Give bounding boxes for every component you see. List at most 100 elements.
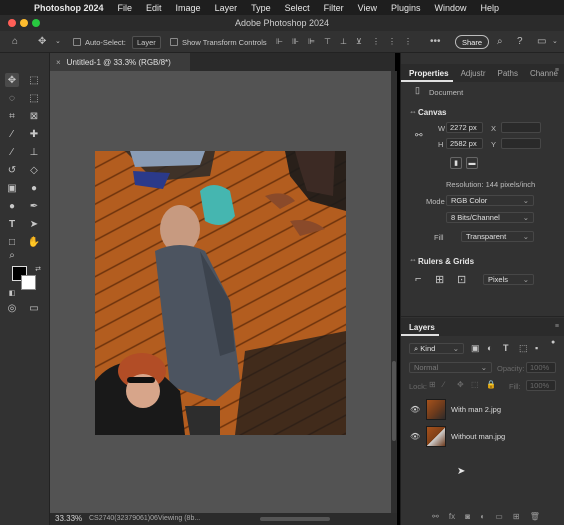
distribute-center-icon[interactable]: ⋮: [388, 36, 396, 48]
menu-filter[interactable]: Filter: [324, 3, 344, 13]
document-tab[interactable]: × Untitled-1 @ 33.3% (RGB/8*): [50, 53, 190, 71]
dodge-tool-icon[interactable]: ●: [5, 199, 19, 213]
menu-edit[interactable]: Edit: [146, 3, 162, 13]
blur-tool-icon[interactable]: ●: [27, 181, 41, 195]
filter-pixel-icon[interactable]: ▣: [471, 343, 480, 354]
filter-type-icon[interactable]: T: [503, 343, 509, 353]
guides-icon[interactable]: ⊡: [457, 273, 466, 286]
screen-mode-icon[interactable]: ▭: [27, 301, 41, 315]
link-layers-icon[interactable]: ⚯: [432, 512, 439, 521]
tab-properties[interactable]: Properties: [401, 69, 453, 82]
auto-select-check[interactable]: [73, 38, 81, 46]
eyedropper-tool-icon[interactable]: ⁄: [5, 127, 19, 141]
pen-tool-icon[interactable]: ✒: [27, 199, 41, 213]
menu-view[interactable]: View: [358, 3, 377, 13]
menu-layer[interactable]: Layer: [215, 3, 238, 13]
align-right-icon[interactable]: ⊫: [308, 36, 315, 48]
chevron-down-icon[interactable]: ⌄: [55, 36, 61, 48]
document-canvas[interactable]: [95, 151, 346, 435]
canvas-x-field[interactable]: [501, 122, 541, 133]
eye-icon[interactable]: 👁: [410, 432, 420, 441]
tab-layers[interactable]: Layers: [401, 323, 439, 336]
type-tool-icon[interactable]: T: [5, 217, 19, 231]
portrait-orientation-button[interactable]: ▮: [450, 157, 462, 169]
help-icon[interactable]: ?: [517, 36, 523, 48]
lock-image-icon[interactable]: ∕: [443, 380, 444, 389]
align-left-icon[interactable]: ⊩: [276, 36, 283, 48]
add-mask-icon[interactable]: ◙: [465, 512, 470, 521]
eye-icon[interactable]: 👁: [410, 405, 420, 414]
align-top-icon[interactable]: ⊤: [324, 36, 331, 48]
filter-toggle-icon[interactable]: ●: [551, 339, 555, 346]
distribute-left-icon[interactable]: ⋮: [372, 36, 380, 48]
workspace-icon[interactable]: ▭: [537, 36, 546, 48]
horizontal-scrollbar[interactable]: [260, 517, 330, 521]
frame-tool-icon[interactable]: ⊠: [27, 109, 41, 123]
vertical-scroll-thumb[interactable]: [392, 361, 396, 441]
vertical-scrollbar[interactable]: [391, 71, 397, 513]
blend-mode-dropdown[interactable]: Normal ⌄: [409, 362, 492, 373]
path-selection-tool-icon[interactable]: ➤: [27, 217, 41, 231]
menu-window[interactable]: Window: [435, 3, 467, 13]
layer-row[interactable]: 👁 Without man.jpg: [401, 424, 561, 450]
new-adjustment-layer-icon[interactable]: ◐: [480, 512, 485, 521]
layer-name[interactable]: Without man.jpg: [451, 432, 505, 441]
menu-help[interactable]: Help: [481, 3, 500, 13]
rectangle-tool-icon[interactable]: □: [5, 235, 19, 249]
show-transform-check[interactable]: [170, 38, 178, 46]
healing-brush-tool-icon[interactable]: ✚: [27, 127, 41, 141]
distribute-right-icon[interactable]: ⋮: [404, 36, 412, 48]
layer-row[interactable]: 👁 With man 2.jpg: [401, 397, 561, 423]
swap-colors-icon[interactable]: ⇄: [31, 262, 45, 276]
marquee-tool-icon[interactable]: ⬚: [27, 73, 41, 87]
canvas-width-field[interactable]: 2272 px: [446, 122, 483, 133]
move-tool-icon[interactable]: ✥: [5, 73, 19, 87]
filter-smart-object-icon[interactable]: ▪: [535, 343, 538, 353]
crop-tool-icon[interactable]: ⌗: [5, 109, 19, 123]
background-color-swatch[interactable]: [21, 275, 36, 290]
align-middle-icon[interactable]: ⊥: [340, 36, 347, 48]
filter-shape-icon[interactable]: ⬚: [519, 343, 528, 354]
share-button[interactable]: Share: [455, 35, 489, 49]
new-layer-icon[interactable]: ⊞: [513, 512, 520, 521]
menu-image[interactable]: Image: [176, 3, 201, 13]
layer-style-icon[interactable]: fx: [449, 512, 455, 521]
lasso-tool-icon[interactable]: ◌: [5, 91, 19, 105]
layer-name[interactable]: With man 2.jpg: [451, 405, 501, 414]
move-tool-icon[interactable]: ✥: [38, 36, 46, 48]
hand-tool-icon[interactable]: ✋: [27, 235, 41, 249]
canvas-height-field[interactable]: 2582 px: [446, 138, 483, 149]
gradient-tool-icon[interactable]: ▣: [5, 181, 19, 195]
document-info[interactable]: CS2740(32379061)06Viewing (8b...: [89, 515, 200, 522]
landscape-orientation-button[interactable]: ▬: [466, 157, 478, 169]
auto-select-checkbox[interactable]: Auto-Select:: [73, 31, 126, 53]
ruler-units-dropdown[interactable]: Pixels ⌄: [483, 274, 534, 285]
canvas-area[interactable]: [50, 71, 391, 513]
new-group-icon[interactable]: ▭: [495, 512, 503, 521]
menu-select[interactable]: Select: [285, 3, 310, 13]
search-icon[interactable]: ⌕: [497, 36, 503, 48]
ruler-icon[interactable]: ⌐: [415, 273, 421, 285]
menu-app[interactable]: Photoshop 2024: [34, 3, 104, 13]
brush-tool-icon[interactable]: ∕: [5, 145, 19, 159]
filter-adjustment-icon[interactable]: ◐: [487, 343, 492, 353]
default-colors-icon[interactable]: ◧: [5, 286, 19, 300]
more-options-icon[interactable]: •••: [430, 36, 441, 48]
eraser-tool-icon[interactable]: ◇: [27, 163, 41, 177]
fill-opacity-field[interactable]: 100%: [526, 380, 556, 391]
opacity-field[interactable]: 100%: [526, 362, 556, 373]
show-transform-checkbox[interactable]: Show Transform Controls: [170, 31, 267, 53]
close-tab-icon[interactable]: ×: [56, 58, 61, 67]
layers-panel-menu-icon[interactable]: ≡: [555, 323, 559, 330]
layer-filter-dropdown[interactable]: ⌕ Kind ⌄: [409, 343, 464, 354]
auto-select-dropdown[interactable]: Layer: [132, 31, 161, 53]
home-icon[interactable]: ⌂: [12, 36, 18, 48]
delete-layer-icon[interactable]: 🗑: [530, 512, 540, 521]
lock-artboard-icon[interactable]: ⬚: [471, 380, 479, 389]
menu-plugins[interactable]: Plugins: [391, 3, 421, 13]
align-center-icon[interactable]: ⊪: [292, 36, 299, 48]
object-selection-tool-icon[interactable]: ⬚: [27, 91, 41, 105]
properties-panel-menu-icon[interactable]: ≡: [555, 67, 559, 74]
lock-position-icon[interactable]: ✥: [457, 380, 464, 389]
bit-depth-dropdown[interactable]: 8 Bits/Channel ⌄: [446, 212, 534, 223]
